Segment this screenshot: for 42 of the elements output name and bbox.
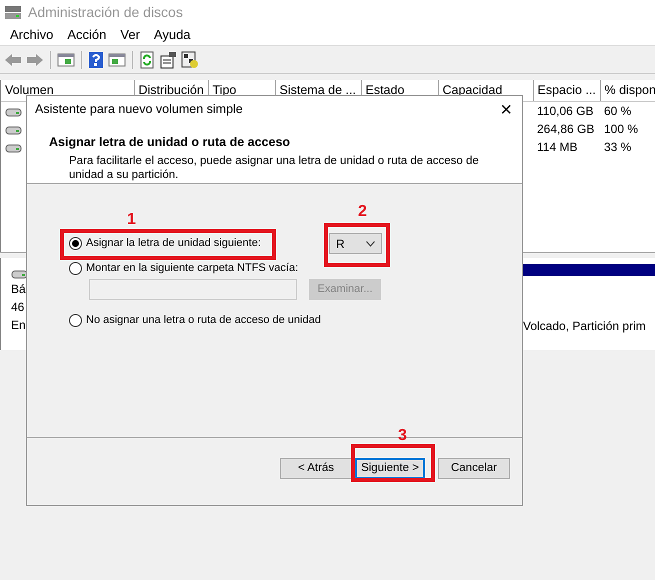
table-cell: 60 %	[600, 101, 655, 120]
disk-drive-icon	[4, 4, 22, 20]
table-cell-text: 33 %	[603, 138, 632, 156]
panel-icon[interactable]	[57, 52, 75, 68]
menu-item[interactable]: Archivo	[10, 24, 54, 44]
wizard-description: Para facilitarle el acceso, puede asignar una letra de unidad o ruta de acceso de unidad a su partición.	[69, 154, 480, 182]
help-icon[interactable]	[88, 50, 104, 68]
step-number: 1	[127, 212, 136, 228]
radio-option[interactable]: No asignar una letra o ruta de acceso de unidad	[69, 313, 321, 328]
window-title: Administración de discos	[28, 2, 183, 22]
radio-option[interactable]: Montar en la siguiente carpeta NTFS vacía:	[69, 261, 298, 276]
table-cell-text: 264,86 GB	[536, 120, 596, 138]
wizard-button[interactable]: Siguiente >	[355, 458, 425, 479]
disk-info-text: En	[11, 317, 27, 334]
step-number: 2	[358, 204, 367, 220]
table-cell-text: 114 MB	[536, 138, 578, 156]
step-number: 3	[398, 428, 407, 444]
disk-info-text: 46	[11, 299, 26, 316]
forward-icon[interactable]	[26, 52, 44, 68]
highlight-frame	[324, 223, 390, 267]
disk-info-text: Bá	[11, 281, 27, 298]
table-cell: 110,06 GB	[533, 101, 600, 120]
close-button[interactable]: ×	[490, 100, 522, 120]
properties-icon[interactable]	[159, 50, 177, 68]
column-header[interactable]: % dispon	[600, 80, 655, 102]
menu-item[interactable]: Ver	[120, 24, 140, 44]
table-cell-text: 100 %	[603, 120, 640, 138]
wizard-button[interactable]: < Atrás	[280, 458, 352, 479]
refresh-icon[interactable]	[139, 50, 155, 68]
drive-letter-dropdown[interactable]: R	[329, 233, 382, 254]
caret-icon	[366, 240, 375, 246]
column-header[interactable]: Espacio ...	[533, 80, 600, 102]
panel-icon[interactable]	[108, 52, 126, 68]
menu-item[interactable]: Ayuda	[154, 24, 191, 44]
menu-item[interactable]: Acción	[67, 24, 106, 44]
back-icon[interactable]	[4, 52, 22, 68]
radio-option[interactable]: Asignar la letra de unidad siguiente:	[69, 236, 261, 251]
wizard-heading: Asignar letra de unidad o ruta de acceso	[49, 134, 292, 151]
wizard-button[interactable]: Cancelar	[438, 458, 510, 479]
settings-icon[interactable]	[181, 50, 199, 68]
partition-text: Volcado, Partición prim	[523, 318, 647, 335]
dialog-title: Asistente para nuevo volumen simple	[35, 101, 243, 118]
